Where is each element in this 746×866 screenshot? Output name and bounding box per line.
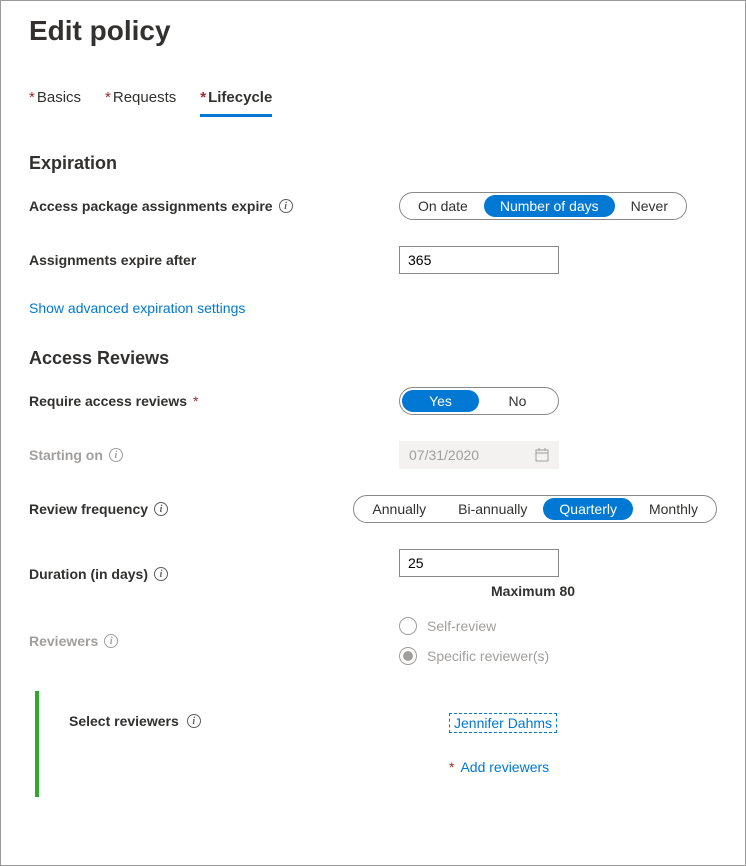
tab-basics[interactable]: *Basics [29,89,81,117]
info-icon: i [104,634,118,648]
frequency-label: Review frequency [29,501,148,517]
access-reviews-heading: Access Reviews [29,348,717,369]
duration-input[interactable] [399,549,559,577]
info-icon: i [109,448,123,462]
freq-quarterly[interactable]: Quarterly [543,498,633,520]
frequency-toggle: Annually Bi-annually Quarterly Monthly [353,495,717,523]
duration-label: Duration (in days) [29,566,148,582]
page-title: Edit policy [29,15,717,47]
expire-option-on-date[interactable]: On date [402,195,484,217]
reviewers-radio-group: Self-review Specific reviewer(s) [399,617,717,665]
require-no[interactable]: No [479,390,556,412]
tab-requests[interactable]: *Requests [105,89,176,117]
assignments-expire-toggle: On date Number of days Never [399,192,687,220]
advanced-expiration-link[interactable]: Show advanced expiration settings [29,300,245,316]
calendar-icon [535,448,549,462]
info-icon[interactable]: i [279,199,293,213]
freq-biannually[interactable]: Bi-annually [442,498,543,520]
require-reviews-toggle: Yes No [399,387,559,415]
duration-helper: Maximum 80 [491,583,717,599]
info-icon[interactable]: i [154,567,168,581]
tab-lifecycle[interactable]: *Lifecycle [200,89,272,117]
expire-after-input[interactable] [399,246,559,274]
require-reviews-label: Require access reviews [29,393,187,409]
reviewers-label: Reviewers [29,633,98,649]
starting-on-input: 07/31/2020 [399,441,559,469]
expire-option-never[interactable]: Never [615,195,684,217]
reviewer-specific: Specific reviewer(s) [399,647,717,665]
freq-monthly[interactable]: Monthly [633,498,714,520]
expiration-heading: Expiration [29,153,717,174]
select-reviewers-block: Select reviewers i Jennifer Dahms * Add … [35,691,717,797]
starting-on-label: Starting on [29,447,103,463]
info-icon[interactable]: i [187,714,201,728]
info-icon[interactable]: i [154,502,168,516]
add-reviewers-link[interactable]: Add reviewers [460,759,549,775]
expire-option-days[interactable]: Number of days [484,195,615,217]
assignments-expire-label: Access package assignments expire [29,198,273,214]
tabs: *Basics *Requests *Lifecycle [29,89,717,117]
required-asterisk: * [449,759,454,775]
require-yes[interactable]: Yes [402,390,479,412]
freq-annually[interactable]: Annually [356,498,442,520]
selected-reviewer[interactable]: Jennifer Dahms [449,713,557,733]
select-reviewers-label: Select reviewers [69,713,179,729]
reviewer-self: Self-review [399,617,717,635]
expire-after-label: Assignments expire after [29,252,196,268]
